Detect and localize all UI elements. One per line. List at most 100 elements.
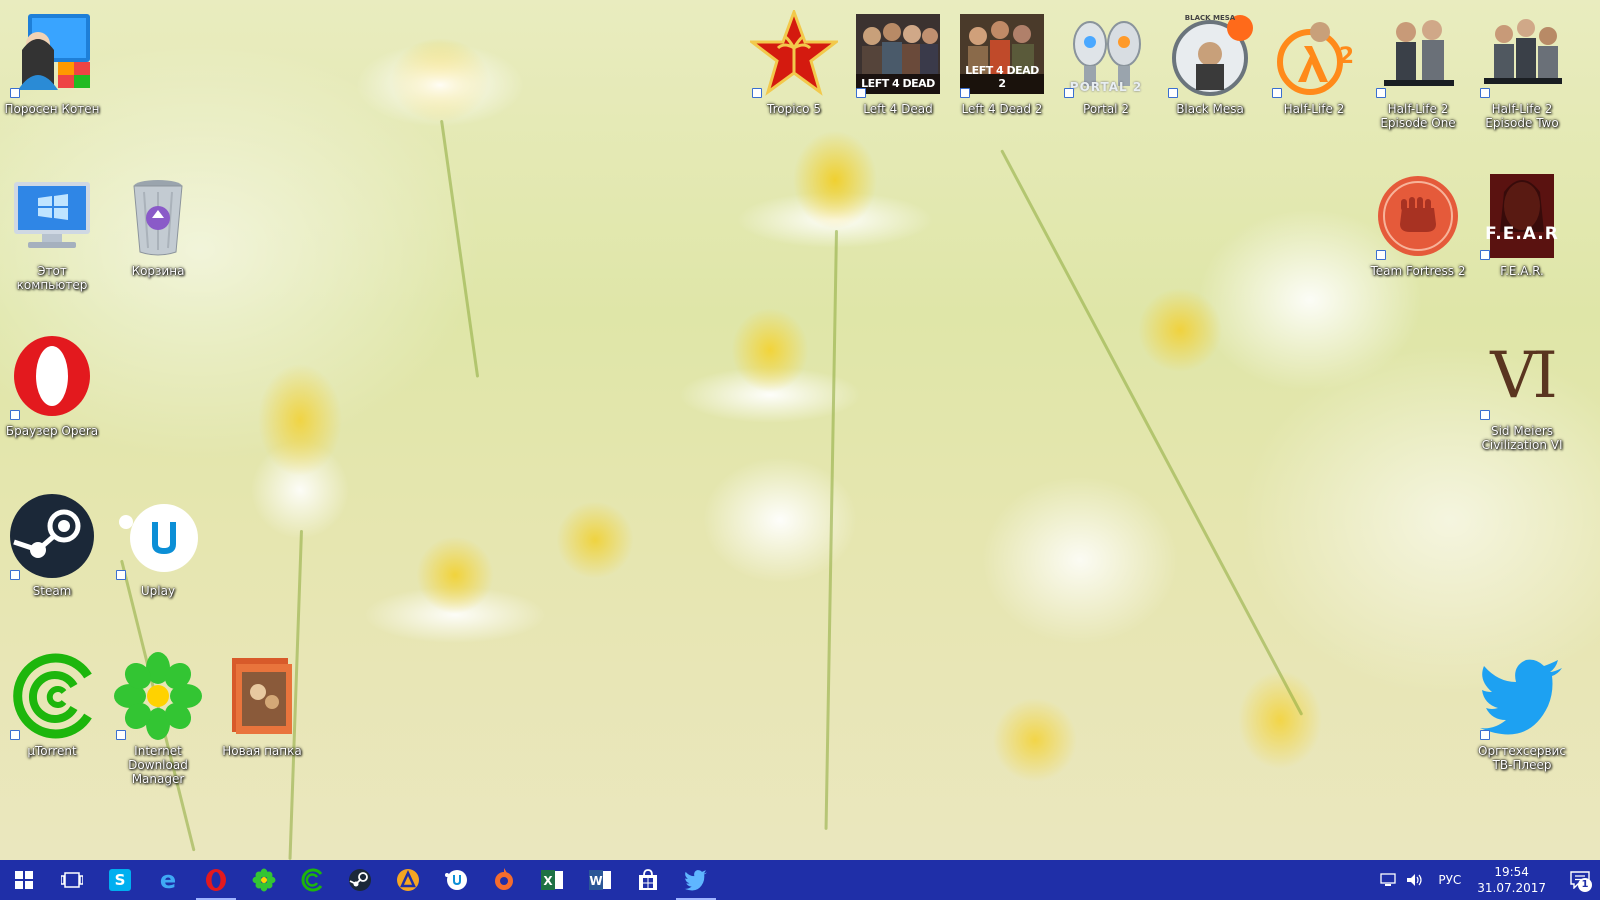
tropico-star-icon xyxy=(750,10,838,98)
word-icon: W xyxy=(589,870,611,890)
volume-button[interactable] xyxy=(1402,860,1428,900)
taskbar-origin[interactable] xyxy=(480,860,528,900)
icon-label: Sid Meiers Civilization VI xyxy=(1481,424,1563,452)
network-icon xyxy=(1380,873,1396,886)
desktop-icon-tropico-5[interactable]: Tropico 5 xyxy=(744,4,844,154)
idm-flower-icon xyxy=(114,652,202,740)
taskbar-opera[interactable] xyxy=(192,860,240,900)
desktop-icon-recycle-bin[interactable]: Корзина xyxy=(108,166,208,316)
icon-tile-text: BLACK MESA xyxy=(1184,14,1236,22)
desktop-icon-left-4-dead-2[interactable]: LEFT 4 DEAD 2 Left 4 Dead 2 xyxy=(952,4,1052,154)
desktop-icon-left-4-dead[interactable]: LEFT 4 DEAD Left 4 Dead xyxy=(848,4,948,154)
utorrent-icon xyxy=(301,868,323,892)
system-tray: РУС 19:54 31.07.2017 1 xyxy=(1376,860,1600,900)
shortcut-arrow-icon xyxy=(1064,88,1074,98)
taskbar-store[interactable] xyxy=(624,860,672,900)
left-4-dead-icon: LEFT 4 DEAD xyxy=(854,10,942,98)
shortcut-arrow-icon xyxy=(116,730,126,740)
desktop-icon-half-life-2-episode-two[interactable]: Half-Life 2 Episode Two xyxy=(1472,4,1572,154)
start-button[interactable] xyxy=(0,860,48,900)
taskbar-utorrent[interactable] xyxy=(288,860,336,900)
shortcut-arrow-icon xyxy=(116,570,126,580)
flower-stem xyxy=(1000,149,1304,716)
taskbar-excel[interactable]: X xyxy=(528,860,576,900)
edge-icon: e xyxy=(160,868,176,892)
desktop-icon-opera[interactable]: Браузер Opera xyxy=(2,326,102,476)
taskbar-uplay[interactable] xyxy=(432,860,480,900)
taskbar-steam[interactable] xyxy=(336,860,384,900)
civilization-vi-icon: VI xyxy=(1478,332,1566,420)
desktop-icon-user[interactable]: Поросен Котен xyxy=(2,4,102,154)
taskbar-word[interactable]: W xyxy=(576,860,624,900)
shortcut-arrow-icon xyxy=(10,88,20,98)
desktop-icon-fear[interactable]: F.E.A.R F.E.A.R. xyxy=(1472,166,1572,316)
desktop-icon-half-life-2[interactable]: 2 Half-Life 2 xyxy=(1264,4,1364,154)
desktop-icon-civilization-vi[interactable]: VI Sid Meiers Civilization VI xyxy=(1472,326,1572,476)
steam-icon xyxy=(349,869,371,891)
shortcut-arrow-icon xyxy=(1376,250,1386,260)
icon-tile-text: F.E.A.R xyxy=(1485,224,1559,244)
shortcut-arrow-icon xyxy=(10,570,20,580)
shortcut-arrow-icon xyxy=(752,88,762,98)
steam-icon xyxy=(8,492,96,580)
desktop-icon-portal-2[interactable]: PORTAL 2 Portal 2 xyxy=(1056,4,1156,154)
icon-tile-text: LEFT 4 DEAD xyxy=(861,77,935,90)
shortcut-arrow-icon xyxy=(1480,88,1490,98)
desktop-icon-tv-player[interactable]: Оргтехсервис ТВ-Плеер xyxy=(1472,646,1572,796)
icon-label: Team Fortress 2 xyxy=(1370,264,1466,278)
shortcut-arrow-icon xyxy=(10,410,20,420)
desktop-icon-utorrent[interactable]: µTorrent xyxy=(2,646,102,796)
taskbar-icq[interactable] xyxy=(240,860,288,900)
desktop-icon-black-mesa[interactable]: BLACK MESA Black Mesa xyxy=(1160,4,1260,154)
desktop-icon-idm[interactable]: Internet Download Manager xyxy=(108,646,208,796)
twitter-bird-icon xyxy=(684,870,707,891)
icon-label: Left 4 Dead xyxy=(863,102,933,116)
icon-label: Корзина xyxy=(131,264,185,278)
icon-label: Left 4 Dead 2 xyxy=(961,102,1043,116)
desktop-icon-computer[interactable]: Этот компьютер xyxy=(2,166,102,316)
taskbar-skype[interactable]: S xyxy=(96,860,144,900)
desktop-icon-team-fortress-2[interactable]: Team Fortress 2 xyxy=(1368,166,1468,316)
shortcut-arrow-icon xyxy=(960,88,970,98)
svg-text:X: X xyxy=(543,874,553,888)
uplay-icon xyxy=(445,870,467,890)
icon-label: Uplay xyxy=(140,584,176,598)
origin-icon xyxy=(495,868,513,890)
svg-text:e: e xyxy=(160,868,176,892)
shortcut-arrow-icon xyxy=(1376,88,1386,98)
icon-label: Браузер Opera xyxy=(5,424,99,438)
avast-icon xyxy=(397,869,419,891)
store-bag-icon xyxy=(639,869,657,890)
desktop-icon-half-life-2-episode-one[interactable]: Half-Life 2 Episode One xyxy=(1368,4,1468,154)
desktop-icon-steam[interactable]: Steam xyxy=(2,486,102,636)
icon-label: Поросен Котен xyxy=(4,102,100,116)
shortcut-arrow-icon xyxy=(10,730,20,740)
action-center-button[interactable]: 1 xyxy=(1560,860,1600,900)
taskbar-avast[interactable] xyxy=(384,860,432,900)
desktop-icon-uplay[interactable]: Uplay xyxy=(108,486,208,636)
opera-icon xyxy=(206,869,226,891)
icon-tile-text: 2 xyxy=(1338,44,1354,69)
network-button[interactable] xyxy=(1376,860,1402,900)
shortcut-arrow-icon xyxy=(1480,410,1490,420)
half-life-2-episode-one-icon xyxy=(1374,10,1462,98)
skype-icon: S xyxy=(109,869,131,891)
desktop-icon-new-folder[interactable]: Новая папка xyxy=(212,646,312,796)
icon-label: Новая папка xyxy=(222,744,302,758)
icon-label: Steam xyxy=(32,584,72,598)
icq-flower-icon xyxy=(252,868,276,892)
shortcut-arrow-icon xyxy=(1168,88,1178,98)
input-language-indicator[interactable]: РУС xyxy=(1438,873,1461,887)
taskbar-edge[interactable]: e xyxy=(144,860,192,900)
notification-count-badge: 1 xyxy=(1578,878,1592,892)
task-view-button[interactable] xyxy=(48,860,96,900)
windows-logo-icon xyxy=(15,871,33,889)
twitter-bird-icon xyxy=(1478,652,1566,740)
icon-tile-text: PORTAL 2 xyxy=(1069,80,1143,94)
folder-icon xyxy=(218,652,306,740)
taskbar-twitter[interactable] xyxy=(672,860,720,900)
excel-icon: X xyxy=(541,870,563,890)
half-life-2-icon: 2 xyxy=(1270,10,1358,98)
taskbar-clock[interactable]: 19:54 31.07.2017 xyxy=(1477,864,1546,896)
taskbar: S e X W РУС 19:54 31.07.2017 1 xyxy=(0,860,1600,900)
